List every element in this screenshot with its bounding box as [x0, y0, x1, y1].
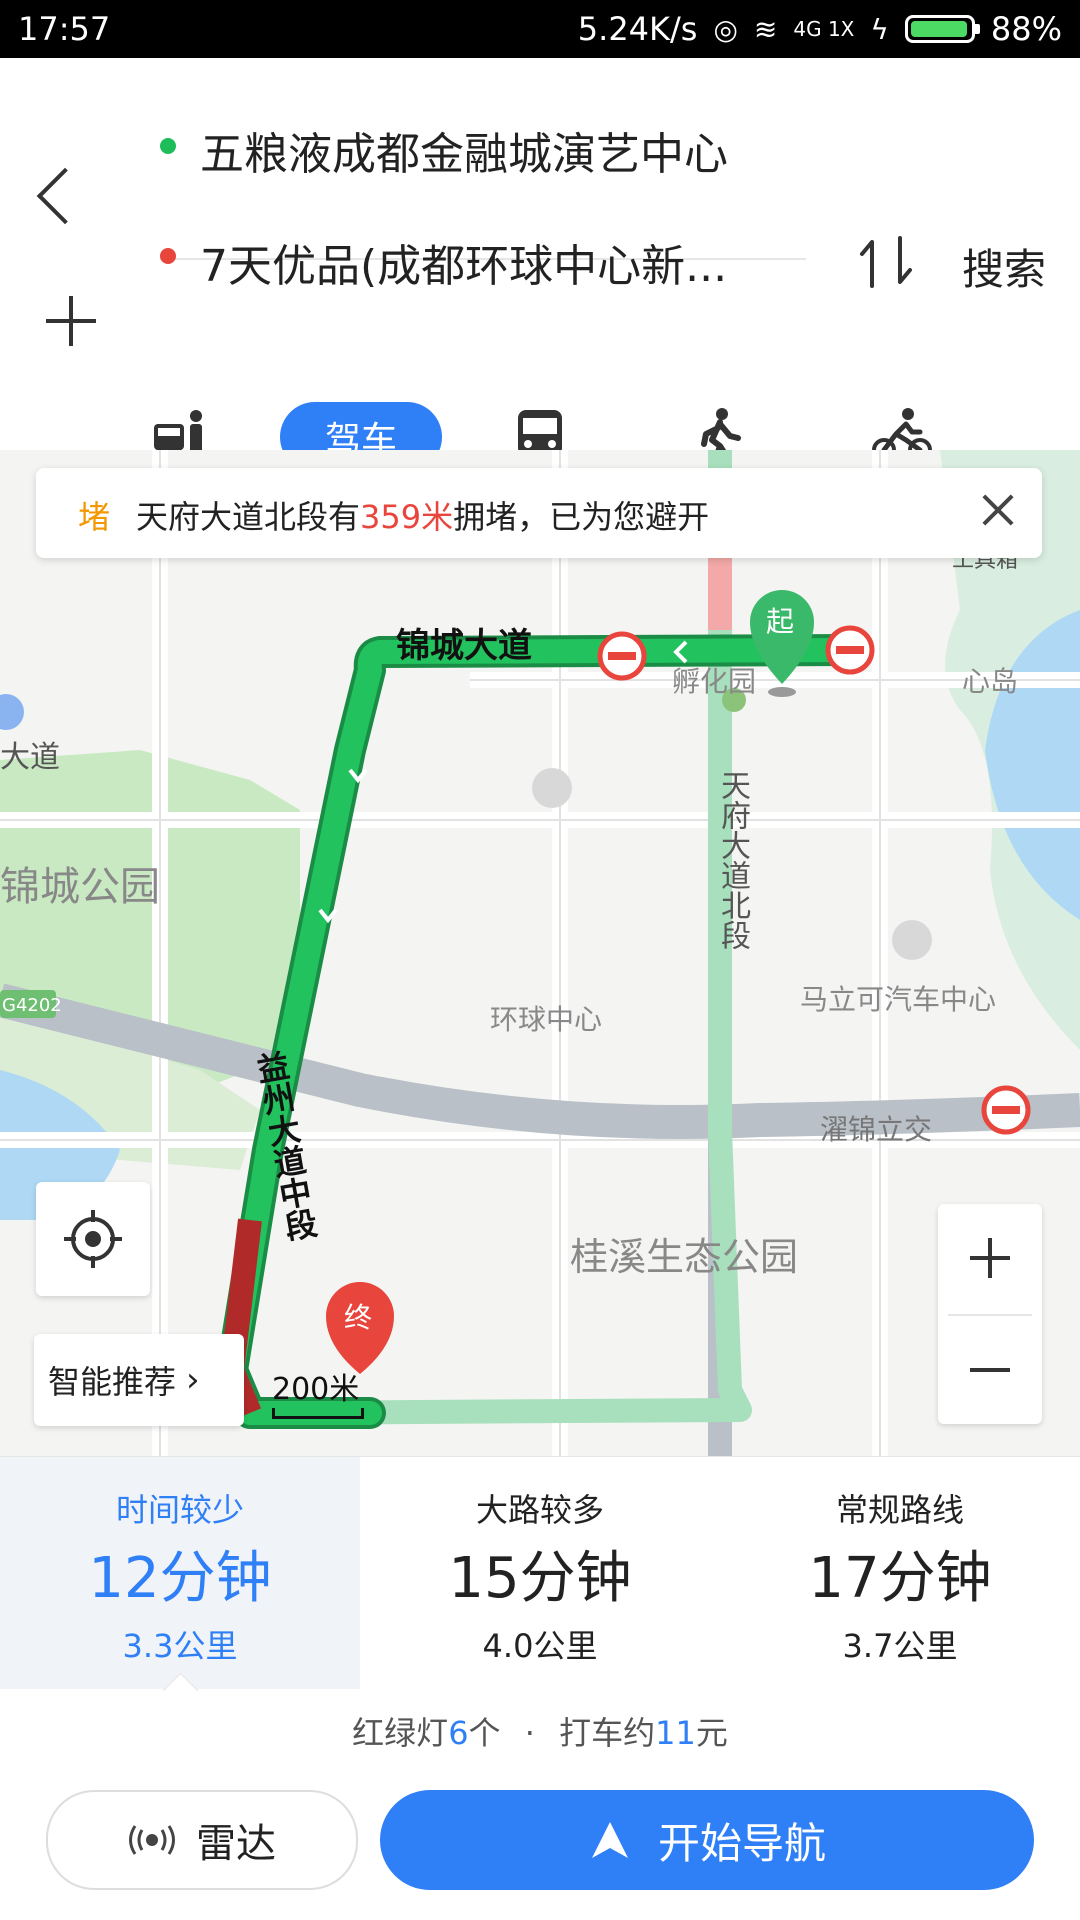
- notice-suffix: 拥堵，已为您避开: [453, 498, 710, 536]
- zoom-out-button[interactable]: [938, 1316, 1042, 1424]
- route-option-1[interactable]: 时间较少 12分钟 3.3公里: [0, 1457, 360, 1689]
- road-label-west: 大道: [0, 740, 60, 775]
- route-time: 12分钟: [88, 1546, 272, 1611]
- origin-input[interactable]: 五粮液成都金融城演艺中心: [200, 118, 728, 182]
- congestion-notice[interactable]: 堵 天府大道北段有359米拥堵，已为您避开: [36, 468, 1042, 558]
- navigation-arrow-icon: [591, 1822, 628, 1858]
- poi-car-icon: [892, 920, 932, 960]
- place-label-fuhua: 孵化园: [672, 665, 757, 698]
- zoom-control: [938, 1204, 1042, 1424]
- start-navigation-label: 开始导航: [657, 1818, 826, 1868]
- no-entry-icon: [981, 1085, 1031, 1135]
- taxi-fare: 11: [655, 1714, 696, 1752]
- swap-icon[interactable]: [858, 234, 914, 290]
- route-distance: 4.0公里: [482, 1627, 598, 1665]
- wifi-icon: ≋: [753, 12, 778, 46]
- search-button[interactable]: 搜索: [962, 236, 1046, 297]
- route-time: 15分钟: [448, 1546, 632, 1611]
- destination-input[interactable]: 7天优品(成都环球中心新...: [200, 230, 727, 294]
- route-options: 时间较少 12分钟 3.3公里 大路较多 15分钟 4.0公里 常规路线 17分…: [0, 1456, 1080, 1689]
- poi-plane-icon: [0, 694, 24, 730]
- route-summary: 红绿灯6个 · 打车约11元: [0, 1708, 1080, 1754]
- place-label-jincheng-park: 锦城公园: [0, 864, 160, 910]
- place-label-guixi: 桂溪生态公园: [570, 1235, 799, 1279]
- lights-count: 6: [448, 1714, 469, 1752]
- route-distance: 3.3公里: [122, 1627, 238, 1665]
- place-label-xindao: 心岛: [962, 665, 1019, 698]
- congestion-text: 天府大道北段有359米拥堵，已为您避开: [136, 492, 709, 538]
- summary-separator: ·: [524, 1714, 535, 1752]
- radar-label: 雷达: [196, 1821, 276, 1867]
- route-distance: 3.7公里: [842, 1627, 958, 1665]
- close-icon[interactable]: [978, 490, 1018, 530]
- no-entry-icon: [597, 631, 647, 681]
- notice-prefix: 天府大道北段有: [136, 498, 361, 536]
- radar-icon: [129, 1825, 175, 1855]
- start-pin-label: 起: [766, 605, 795, 638]
- congestion-tag: 堵: [78, 498, 111, 536]
- end-pin-label: 终: [344, 1301, 373, 1334]
- notice-distance: 359米: [360, 498, 454, 536]
- hotspot-icon: ◎: [713, 12, 738, 46]
- place-label-huanqiu: 环球中心: [490, 1003, 603, 1036]
- smart-recommend-label: 智能推荐: [48, 1363, 177, 1401]
- status-bar: 17:57 5.24K/s ◎ ≋ 4G 1X ϟ 88%: [0, 0, 1080, 58]
- map-canvas: [0, 450, 1080, 1456]
- charging-icon: ϟ: [870, 12, 889, 46]
- taxi-prefix: 打车约: [559, 1714, 656, 1752]
- status-time: 17:57: [18, 10, 111, 48]
- battery-percent: 88%: [990, 10, 1062, 48]
- route-label: 大路较多: [475, 1491, 604, 1529]
- origin-dot-icon: [160, 138, 176, 154]
- chevron-right-icon: ›: [186, 1360, 200, 1400]
- poi-shop-icon: [532, 768, 572, 808]
- signal-icon: 4G 1X: [793, 17, 855, 41]
- back-icon[interactable]: [36, 167, 94, 225]
- locate-icon: [64, 1210, 122, 1268]
- add-waypoint-icon[interactable]: [46, 296, 96, 346]
- radar-button[interactable]: 雷达: [46, 1790, 358, 1890]
- road-label-tianfu: 天府大道北段: [715, 770, 750, 950]
- route-label: 时间较少: [115, 1491, 244, 1529]
- place-label-zhuojin: 濯锦立交: [820, 1113, 933, 1146]
- start-navigation-button[interactable]: 开始导航: [380, 1790, 1034, 1890]
- battery-icon: [904, 15, 980, 43]
- net-speed: 5.24K/s: [577, 10, 698, 48]
- lights-suffix: 个: [468, 1714, 501, 1752]
- zoom-in-button[interactable]: [938, 1204, 1042, 1312]
- route-header: 五粮液成都金融城演艺中心 7天优品(成都环球中心新... 搜索 驾车: [0, 58, 1080, 472]
- route-option-3[interactable]: 常规路线 17分钟 3.7公里: [720, 1457, 1080, 1689]
- smart-recommend-button[interactable]: 智能推荐 ›: [34, 1334, 244, 1426]
- route-label: 常规路线: [835, 1491, 964, 1529]
- map-view[interactable]: 锦城大道 孵化园 心岛 大道 锦城公园 G4202 天府大道北段 环球中心 马立…: [0, 450, 1080, 1456]
- route-time: 17分钟: [808, 1546, 992, 1611]
- scale-bar: [272, 1408, 364, 1419]
- highway-label: G4202: [2, 995, 62, 1016]
- locate-button[interactable]: [36, 1182, 150, 1296]
- road-label-jincheng: 锦城大道: [396, 626, 532, 666]
- scale-label: 200米: [272, 1372, 360, 1407]
- place-label-mali: 马立可汽车中心: [800, 983, 997, 1016]
- lights-prefix: 红绿灯: [352, 1714, 449, 1752]
- status-right: 5.24K/s ◎ ≋ 4G 1X ϟ 88%: [578, 10, 1062, 48]
- taxi-suffix: 元: [695, 1714, 728, 1752]
- no-entry-icon: [825, 625, 875, 675]
- route-option-2[interactable]: 大路较多 15分钟 4.0公里: [360, 1457, 720, 1689]
- destination-dot-icon: [160, 248, 176, 264]
